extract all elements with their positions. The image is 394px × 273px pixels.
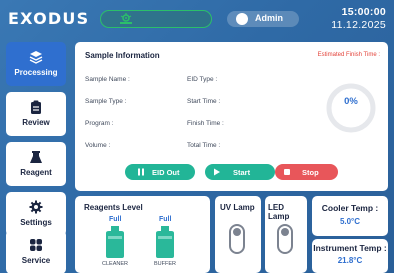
flask-icon bbox=[30, 151, 42, 163]
uv-lamp-panel: UV Lamp bbox=[215, 196, 261, 273]
pause-icon bbox=[138, 168, 144, 176]
progress-percent: 0% bbox=[344, 96, 358, 107]
layers-icon bbox=[29, 51, 43, 64]
reagents-level-panel: Reagents Level Full CLEANER Full BUFFER bbox=[75, 196, 210, 273]
instrument-temp-value: 21.8°C bbox=[337, 256, 363, 265]
buffer-level: Full bbox=[159, 216, 172, 223]
sidebar-item-label: Settings bbox=[20, 218, 52, 227]
clock-date: 11.12.2025 bbox=[331, 19, 386, 31]
uv-lamp-title: UV Lamp bbox=[220, 203, 255, 212]
sample-name-field: Sample Name : bbox=[85, 76, 130, 83]
uv-lamp-toggle[interactable] bbox=[229, 224, 245, 254]
gear-icon bbox=[29, 200, 43, 214]
clipboard-icon bbox=[31, 100, 41, 114]
led-lamp-title: LED Lamp bbox=[268, 203, 290, 221]
sidebar-item-label: Review bbox=[22, 118, 50, 127]
program-field: Program : bbox=[85, 120, 114, 127]
cleaner-level: Full bbox=[109, 216, 122, 223]
cleaner-label: CLEANER bbox=[102, 261, 128, 267]
user-badge[interactable]: Admin bbox=[227, 11, 299, 27]
progress-ring bbox=[326, 83, 376, 133]
cleaner-bottle-icon bbox=[106, 226, 124, 258]
panel-title: Sample Information bbox=[85, 51, 160, 60]
instrument-temp-panel: Instrument Temp : 21.8°C bbox=[312, 239, 388, 273]
top-bar: EXODUS Admin 15:00:00 11.12.2025 bbox=[0, 0, 394, 36]
status-indicator[interactable] bbox=[100, 10, 212, 28]
grid-icon bbox=[30, 239, 42, 251]
eid-out-button[interactable]: EID Out bbox=[125, 164, 195, 180]
stop-label: Stop bbox=[302, 168, 319, 177]
sample-type-field: Sample Type : bbox=[85, 98, 127, 105]
sidebar-item-service[interactable]: Service bbox=[6, 230, 66, 273]
cooler-temp-title: Cooler Temp : bbox=[321, 203, 379, 213]
eid-out-label: EID Out bbox=[152, 168, 180, 177]
sidebar-item-reagent[interactable]: Reagent bbox=[6, 142, 66, 186]
play-icon bbox=[214, 168, 220, 176]
cooler-temp-value: 5.0°C bbox=[339, 217, 361, 226]
reagents-title: Reagents Level bbox=[84, 203, 143, 212]
clock: 15:00:00 11.12.2025 bbox=[331, 6, 386, 31]
buffer-label: BUFFER bbox=[154, 261, 176, 267]
volume-field: Volume : bbox=[85, 142, 111, 149]
finish-time-field: Finish Time : bbox=[187, 120, 224, 127]
led-lamp-panel: LED Lamp bbox=[265, 196, 307, 273]
cooler-temp-panel: Cooler Temp : 5.0°C bbox=[312, 196, 388, 236]
user-icon bbox=[236, 13, 248, 25]
start-button[interactable]: Start bbox=[205, 164, 275, 180]
sidebar-item-label: Processing bbox=[14, 68, 58, 77]
sidebar-item-label: Service bbox=[21, 256, 51, 265]
start-time-field: Start Time : bbox=[187, 98, 221, 105]
led-lamp-toggle[interactable] bbox=[277, 224, 293, 254]
brand-logo: EXODUS bbox=[8, 9, 90, 28]
instrument-temp-title: Instrument Temp : bbox=[313, 243, 387, 253]
user-name: Admin bbox=[255, 13, 283, 23]
estimated-finish-label: Estimated Finish Time : bbox=[317, 52, 380, 58]
sidebar-item-processing[interactable]: Processing bbox=[6, 42, 66, 86]
sidebar-item-label: Reagent bbox=[20, 168, 52, 177]
sample-info-panel: Sample Information Estimated Finish Time… bbox=[75, 42, 388, 191]
sidebar-item-review[interactable]: Review bbox=[6, 92, 66, 136]
biohazard-icon bbox=[120, 13, 132, 24]
stop-button[interactable]: Stop bbox=[275, 164, 338, 180]
eid-type-field: EID Type : bbox=[187, 76, 218, 83]
toggle-knob bbox=[281, 228, 289, 236]
toggle-knob bbox=[233, 228, 241, 236]
start-label: Start bbox=[233, 168, 251, 177]
buffer-bottle-icon bbox=[156, 226, 174, 258]
clock-time: 15:00:00 bbox=[341, 6, 386, 18]
total-time-field: Total Time : bbox=[187, 142, 221, 149]
stop-icon bbox=[284, 169, 290, 175]
